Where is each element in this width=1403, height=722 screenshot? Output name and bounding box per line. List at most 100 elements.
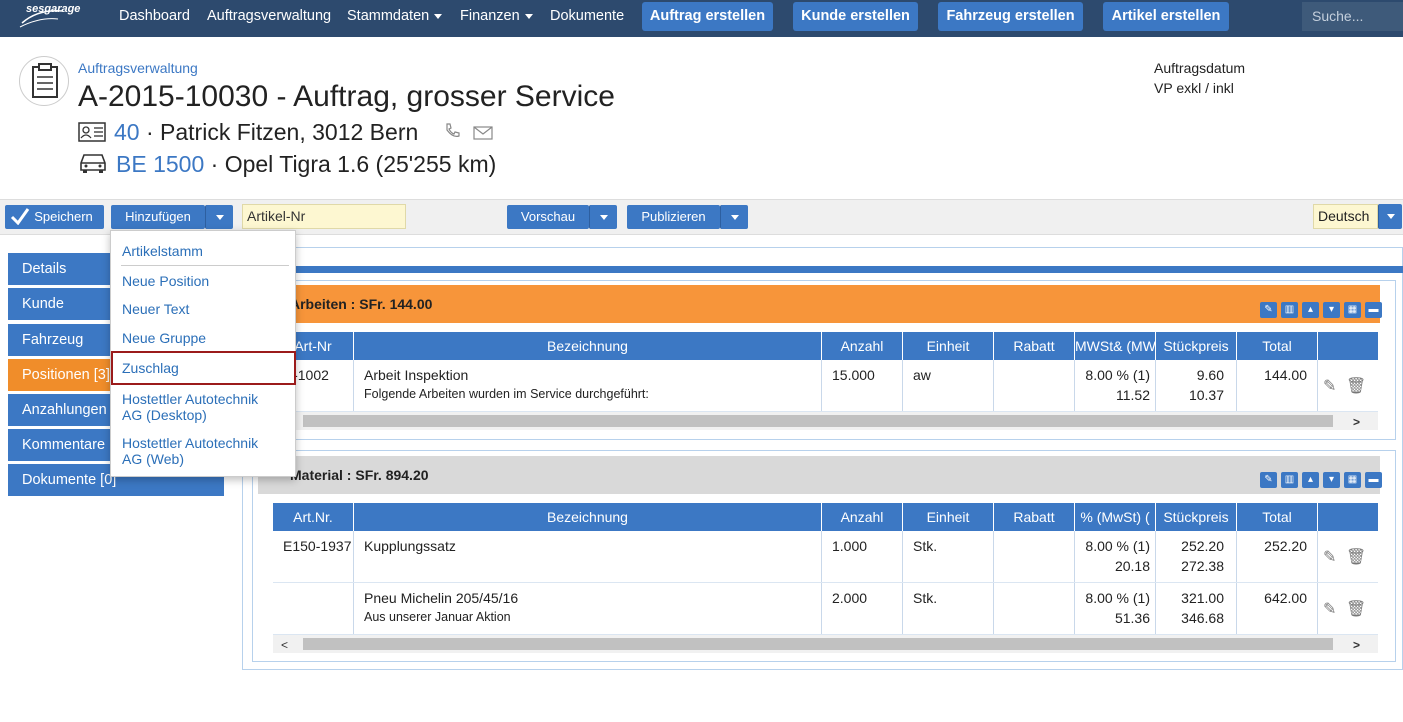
menu-item-neue-gruppe[interactable]: Neue Gruppe (122, 330, 206, 346)
publish-button[interactable]: Publizieren (627, 205, 720, 229)
qty-value: 15.000 (832, 367, 875, 383)
trash-icon[interactable]: 🗑 (1346, 547, 1366, 567)
preview-button[interactable]: Vorschau (507, 205, 589, 229)
cell-artnr: E150-1937 (273, 531, 354, 582)
menu-item-artikelstamm[interactable]: Artikelstamm (122, 243, 203, 259)
scroll-right-icon[interactable]: > (1353, 415, 1360, 429)
contact-card-icon (78, 122, 106, 142)
cell-anzahl: 15.000 (822, 360, 903, 411)
table-header-arbeiten: Art-Nr Bezeichnung Anzahl Einheit Rabatt… (273, 332, 1378, 360)
total-value: 252.20 (1264, 538, 1307, 554)
scroll-right-icon[interactable]: > (1353, 638, 1360, 652)
cell-mwst: 8.00 % (1) 51.36 (1075, 583, 1156, 634)
nav-dashboard[interactable]: Dashboard (119, 8, 190, 24)
menu-item-zuschlag[interactable]: Zuschlag (122, 360, 179, 376)
col-anzahl: Anzahl (822, 332, 903, 360)
trash-icon[interactable]: 🗑 (1346, 376, 1366, 396)
total-value: 144.00 (1264, 367, 1307, 383)
cell-mwst: 8.00 % (1) 11.52 (1075, 360, 1156, 411)
nav-dokumente[interactable]: Dokumente (550, 8, 624, 24)
scroll-thumb[interactable] (303, 638, 1333, 650)
arrow-down-icon[interactable]: ▾ (1323, 472, 1340, 488)
price-incl-value: 10.37 (1188, 387, 1224, 403)
collapse-icon[interactable]: ▬ (1365, 472, 1382, 488)
create-vehicle-button[interactable]: Fahrzeug erstellen (938, 2, 1083, 31)
nav-auftragsverwaltung[interactable]: Auftragsverwaltung (207, 8, 331, 24)
chevron-down-icon (524, 13, 533, 19)
menu-item-neue-position[interactable]: Neue Position (122, 273, 209, 289)
menu-item-hostettler-desktop[interactable]: Hostettler Autotechnik AG (Desktop) (122, 391, 258, 423)
edit-icon[interactable]: ✎ (1260, 472, 1277, 488)
pencil-icon[interactable]: ✎ (1323, 599, 1336, 619)
price-value: 321.00 (1181, 590, 1224, 606)
arrow-down-icon[interactable]: ▾ (1323, 302, 1340, 318)
horizontal-scrollbar[interactable]: < > (273, 635, 1378, 653)
arrow-up-icon[interactable]: ▴ (1302, 302, 1319, 318)
edit-icon[interactable]: ✎ (1260, 302, 1277, 318)
publish-dropdown-toggle[interactable] (720, 205, 748, 229)
trash-icon[interactable]: ▥ (1281, 302, 1298, 318)
item-description: Folgende Arbeiten wurden im Service durc… (364, 387, 649, 401)
add-button[interactable]: Hinzufügen (111, 205, 205, 229)
search-input[interactable]: Suche... (1302, 2, 1403, 31)
nav-stammdaten-label: Stammdaten (347, 8, 430, 24)
item-name: Pneu Michelin 205/45/16 (364, 590, 519, 606)
scroll-thumb[interactable] (303, 415, 1333, 427)
article-number-input[interactable]: Artikel-Nr (242, 204, 406, 229)
add-dropdown-toggle[interactable] (205, 205, 233, 229)
vat-amount: 51.36 (1114, 610, 1150, 626)
cell-rabatt (994, 583, 1075, 634)
vehicle-description: · Opel Tigra 1.6 (25'255 km) (204, 151, 497, 177)
customer-number-link[interactable]: 40 (114, 119, 140, 145)
create-customer-button[interactable]: Kunde erstellen (793, 2, 918, 31)
chevron-down-icon (730, 215, 739, 221)
cell-rabatt (994, 531, 1075, 582)
collapse-icon[interactable]: ▬ (1365, 302, 1382, 318)
col-bezeichnung: Bezeichnung (354, 332, 822, 360)
create-order-button[interactable]: Auftrag erstellen (642, 2, 773, 31)
create-article-button[interactable]: Artikel erstellen (1103, 2, 1229, 31)
horizontal-scrollbar[interactable]: < > (273, 412, 1378, 430)
col-rabatt: Rabatt (994, 503, 1075, 531)
vehicle-plate-link[interactable]: BE 1500 (116, 151, 204, 177)
col-mwst: % (MwSt) ( (1075, 503, 1156, 531)
save-button[interactable]: Speichern (5, 205, 104, 229)
nav-finanzen-label: Finanzen (460, 8, 520, 24)
nav-finanzen[interactable]: Finanzen (460, 8, 533, 24)
scroll-left-icon[interactable]: < (281, 638, 288, 652)
language-select[interactable]: Deutsch (1313, 204, 1378, 229)
cell-bezeichnung: Arbeit Inspektion Folgende Arbeiten wurd… (354, 360, 822, 411)
table-row[interactable]: N-1002 Arbeit Inspektion Folgende Arbeit… (273, 360, 1378, 412)
breadcrumb[interactable]: Auftragsverwaltung (78, 60, 198, 76)
phone-icon[interactable] (443, 122, 461, 140)
mail-icon[interactable] (473, 126, 493, 140)
item-description: Aus unserer Januar Aktion (364, 610, 511, 624)
chevron-down-icon (434, 13, 443, 19)
trash-icon[interactable]: 🗑 (1346, 599, 1366, 619)
cell-stueckpreis: 321.00 346.68 (1156, 583, 1237, 634)
table-row[interactable]: E150-1937 Kupplungssatz 1.000 Stk. 8.00 … (273, 531, 1378, 583)
car-icon (80, 154, 106, 173)
total-value: 642.00 (1264, 590, 1307, 606)
pencil-icon[interactable]: ✎ (1323, 547, 1336, 567)
chevron-down-icon (215, 215, 224, 221)
arrow-up-icon[interactable]: ▴ (1302, 472, 1319, 488)
grid-icon[interactable]: ▦ (1344, 302, 1361, 318)
brand-name: sesgarage (26, 3, 81, 15)
menu-item-neuer-text[interactable]: Neuer Text (122, 301, 189, 317)
trash-icon[interactable]: ▥ (1281, 472, 1298, 488)
nav-stammdaten[interactable]: Stammdaten (347, 8, 443, 24)
menu-divider (121, 265, 289, 266)
qty-value: 1.000 (832, 538, 868, 554)
menu-item-label: Hostettler Autotechnik (122, 435, 259, 451)
language-dropdown-toggle[interactable] (1378, 204, 1402, 229)
table-row[interactable]: Pneu Michelin 205/45/16 Aus unserer Janu… (273, 583, 1378, 635)
price-incl-value: 346.68 (1181, 610, 1224, 626)
checkmark-icon (10, 208, 30, 225)
menu-item-label: Hostettler Autotechnik (122, 391, 259, 407)
pencil-icon[interactable]: ✎ (1323, 376, 1336, 396)
menu-item-hostettler-web[interactable]: Hostettler Autotechnik AG (Web) (122, 435, 258, 467)
cell-bezeichnung: Kupplungssatz (354, 531, 822, 582)
preview-dropdown-toggle[interactable] (589, 205, 617, 229)
grid-icon[interactable]: ▦ (1344, 472, 1361, 488)
